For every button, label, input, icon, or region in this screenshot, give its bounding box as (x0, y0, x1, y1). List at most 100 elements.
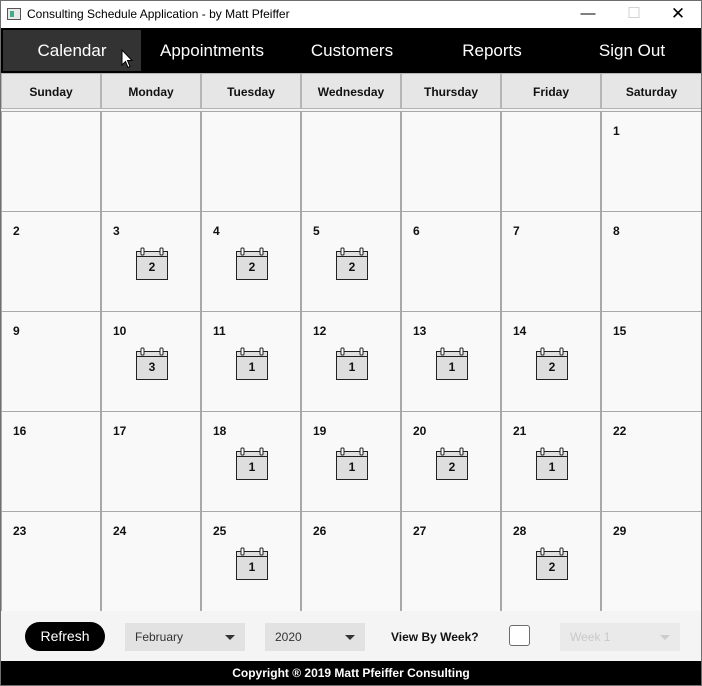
calendar-day-cell[interactable]: 21 1 (501, 411, 601, 512)
day-number: 29 (613, 524, 627, 538)
day-number: 1 (613, 124, 620, 138)
appointment-count: 3 (148, 360, 156, 374)
day-number: 5 (313, 224, 320, 238)
maximize-button[interactable]: ☐ (611, 1, 657, 28)
calendar-day-cell[interactable]: 2 (1, 211, 101, 312)
weekday-header-monday: Monday (101, 73, 201, 109)
appointment-calendar-icon[interactable]: 1 (435, 346, 469, 382)
calendar-day-cell[interactable] (401, 111, 501, 212)
chevron-down-icon (345, 635, 355, 640)
weekday-header-thursday: Thursday (401, 73, 501, 109)
view-by-week-checkbox[interactable] (509, 625, 530, 646)
day-number: 25 (213, 524, 227, 538)
weekday-header-friday: Friday (501, 73, 601, 109)
calendar-day-cell[interactable]: 18 1 (201, 411, 301, 512)
day-number: 28 (513, 524, 527, 538)
day-number: 18 (213, 424, 227, 438)
day-number: 11 (213, 324, 226, 338)
calendar-day-cell[interactable]: 19 1 (301, 411, 401, 512)
day-number: 2 (13, 224, 20, 238)
calendar-day-cell[interactable]: 9 (1, 311, 101, 412)
appointment-calendar-icon[interactable]: 1 (235, 446, 269, 482)
calendar-day-cell[interactable] (101, 111, 201, 212)
calendar-day-cell[interactable]: 20 2 (401, 411, 501, 512)
nav-reports-button[interactable]: Reports (423, 30, 561, 71)
app-window: Consulting Schedule Application - by Mat… (0, 0, 702, 686)
calendar-day-cell[interactable]: 14 2 (501, 311, 601, 412)
calendar-day-cell[interactable]: 17 (101, 411, 201, 512)
footer-copyright: Copyright ® 2019 Matt Pfeiffer Consultin… (1, 661, 701, 685)
calendar-day-cell[interactable]: 11 1 (201, 311, 301, 412)
calendar-day-cell[interactable]: 52 (301, 211, 401, 312)
appointment-calendar-icon[interactable]: 2 (135, 246, 169, 282)
calendar-day-cell[interactable]: 15 (601, 311, 701, 412)
weekday-header-row: Sunday Monday Tuesday Wednesday Thursday Frid… (1, 73, 701, 111)
calendar-day-cell[interactable]: 1 (601, 111, 701, 212)
day-number: 9 (13, 324, 20, 338)
calendar-day-cell[interactable]: 13 1 (401, 311, 501, 412)
calendar-day-cell[interactable]: 23 (1, 511, 101, 612)
nav-customers-button[interactable]: Customers (283, 30, 421, 71)
day-number: 19 (313, 424, 327, 438)
appointment-calendar-icon[interactable]: 2 (235, 246, 269, 282)
chevron-down-icon (225, 635, 235, 640)
appointment-count: 1 (248, 360, 256, 374)
day-number: 13 (413, 324, 427, 338)
close-button[interactable]: ✕ (655, 1, 701, 28)
calendar-day-cell[interactable]: 26 (301, 511, 401, 612)
calendar-day-cell[interactable]: 29 (601, 511, 701, 612)
weekday-header-tuesday: Tuesday (201, 73, 301, 109)
nav-sign-out-button[interactable]: Sign Out (563, 30, 701, 71)
calendar-day-cell[interactable]: 8 (601, 211, 701, 312)
appointment-count: 1 (348, 360, 356, 374)
appointment-calendar-icon[interactable]: 1 (335, 346, 369, 382)
appointment-calendar-icon[interactable]: 2 (335, 246, 369, 282)
day-number: 16 (13, 424, 27, 438)
appointment-calendar-icon[interactable]: 1 (235, 346, 269, 382)
calendar-day-cell[interactable] (1, 111, 101, 212)
appointment-calendar-icon[interactable]: 3 (135, 346, 169, 382)
day-number: 7 (513, 224, 520, 238)
refresh-button[interactable]: Refresh (25, 622, 105, 651)
day-number: 21 (513, 424, 527, 438)
title-bar: Consulting Schedule Application - by Mat… (1, 1, 701, 28)
calendar-day-cell[interactable]: 27 (401, 511, 501, 612)
calendar-day-cell[interactable]: 22 (601, 411, 701, 512)
calendar-day-cell[interactable] (201, 111, 301, 212)
calendar-day-cell[interactable]: 6 (401, 211, 501, 312)
window-title: Consulting Schedule Application - by Mat… (27, 7, 290, 21)
calendar-day-cell[interactable]: 28 2 (501, 511, 601, 612)
calendar-day-cell[interactable]: 12 1 (301, 311, 401, 412)
appointment-count: 1 (548, 460, 556, 474)
minimize-button[interactable]: — (565, 1, 611, 28)
view-by-week-label: View By Week? (391, 630, 479, 644)
year-select[interactable]: 2020 (265, 623, 365, 651)
day-number: 27 (413, 524, 427, 538)
calendar-day-cell[interactable] (501, 111, 601, 212)
calendar-day-cell[interactable]: 10 3 (101, 311, 201, 412)
day-number: 10 (113, 324, 127, 338)
day-number: 8 (613, 224, 620, 238)
appointment-calendar-icon[interactable]: 2 (435, 446, 469, 482)
calendar-day-cell[interactable]: 24 (101, 511, 201, 612)
appointment-calendar-icon[interactable]: 2 (535, 346, 569, 382)
appointment-calendar-icon[interactable]: 2 (535, 546, 569, 582)
calendar-day-cell[interactable]: 7 (501, 211, 601, 312)
calendar-day-cell[interactable]: 25 1 (201, 511, 301, 612)
appointment-count: 2 (548, 560, 556, 574)
nav-appointments-button[interactable]: Appointments (143, 30, 281, 71)
appointment-calendar-icon[interactable]: 1 (235, 546, 269, 582)
calendar-day-cell[interactable]: 42 (201, 211, 301, 312)
calendar-day-cell[interactable] (301, 111, 401, 212)
week-select[interactable]: Week 1 (560, 623, 680, 651)
appointment-count: 2 (148, 260, 156, 274)
appointment-calendar-icon[interactable]: 1 (335, 446, 369, 482)
month-select[interactable]: February (125, 623, 245, 651)
weekday-header-sunday: Sunday (1, 73, 101, 109)
appointment-calendar-icon[interactable]: 1 (535, 446, 569, 482)
calendar-day-cell[interactable]: 32 (101, 211, 201, 312)
main-nav: Calendar Appointments Customers Reports … (1, 28, 701, 73)
day-number: 20 (413, 424, 427, 438)
calendar-day-cell[interactable]: 16 (1, 411, 101, 512)
appointment-count: 2 (548, 360, 556, 374)
